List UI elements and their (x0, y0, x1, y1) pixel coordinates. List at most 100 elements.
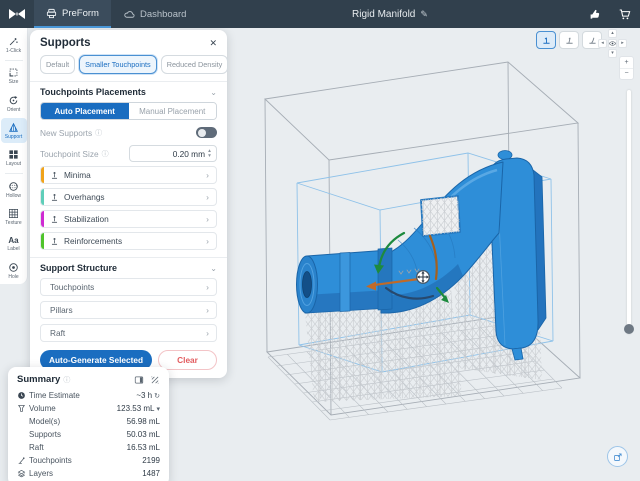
label-aa-icon: Aa (8, 236, 18, 245)
summary-row-layers: Layers 1487 (17, 467, 160, 480)
manual-placement-button[interactable]: Manual Placement (129, 103, 217, 119)
touchpoint-anchor-icon (50, 237, 59, 246)
sidebar-item-label: Size (9, 79, 19, 85)
formlabs-logo-icon (0, 0, 34, 28)
zoom-control: + − (619, 56, 634, 80)
summary-value: 123.53 mL (117, 404, 155, 413)
edit-title-icon[interactable]: ✎ (420, 9, 428, 20)
summary-panel: Summary ⓘ Time Estimate ~3 h↻ Volume 123… (8, 367, 169, 481)
summary-label: Layers (29, 469, 142, 478)
collapse-icon[interactable] (150, 375, 160, 385)
chevron-down-icon[interactable]: ⌄ (210, 88, 217, 97)
supports-panel: Supports ✕ Default Smaller Touchpoints R… (30, 30, 227, 378)
refresh-icon[interactable]: ↻ (154, 392, 160, 400)
step-down-icon[interactable]: ▾ (208, 154, 211, 159)
touchpoint-size-field: ▴ ▾ (129, 145, 217, 162)
platform-view-1-button[interactable] (536, 31, 556, 49)
preset-default-button[interactable]: Default (40, 55, 75, 74)
touchpoint-size-input[interactable] (130, 149, 205, 159)
document-title: Rigid Manifold ✎ (352, 0, 428, 28)
structure-row-touchpoints[interactable]: Touchpoints › (40, 278, 217, 296)
category-row-overhangs[interactable]: Overhangs › (40, 188, 217, 206)
view-dpad: ▴ ◂ ▸ ▾ (598, 29, 628, 59)
tab-dashboard-label: Dashboard (140, 9, 186, 20)
summary-row-raft: Raft 16.53 mL (17, 441, 160, 454)
layer-slider[interactable] (627, 90, 631, 334)
size-icon (8, 67, 19, 78)
tab-preform[interactable]: PreForm (34, 0, 111, 28)
zoom-out-button[interactable]: − (620, 69, 633, 80)
arrow-up-icon: ▴ (611, 31, 614, 36)
preset-smaller-touchpoints-button[interactable]: Smaller Touchpoints (79, 55, 157, 74)
sidebar-item-label: Layout (6, 161, 21, 167)
structure-row-pillars[interactable]: Pillars › (40, 301, 217, 319)
sidebar-item-label: Hole (8, 274, 18, 280)
category-label: Reinforcements (64, 236, 201, 246)
arrow-right-icon: ▸ (621, 41, 624, 46)
touchpoint-anchor-icon (50, 171, 59, 180)
magic-wand-icon (8, 36, 19, 47)
sidebar-item-size[interactable]: Size (1, 64, 27, 89)
move-handle[interactable] (417, 271, 430, 284)
view-home-button[interactable] (608, 39, 617, 48)
sidebar-item-1-click[interactable]: 1-Click (1, 32, 27, 57)
tab-dashboard[interactable]: Dashboard (111, 0, 198, 28)
fit-view-icon (613, 452, 623, 462)
pan-down-button[interactable]: ▾ (608, 49, 617, 58)
pan-up-button[interactable]: ▴ (608, 29, 617, 38)
sidebar-item-hollow[interactable]: Hollow (1, 177, 27, 202)
sidebar-item-label: Support (5, 134, 23, 140)
fit-view-button[interactable] (607, 446, 628, 467)
sidebar-item-texture[interactable]: Texture (1, 204, 27, 229)
texture-icon (8, 208, 19, 219)
auto-placement-button[interactable]: Auto Placement (41, 103, 129, 119)
platform-view-2-button[interactable] (559, 31, 579, 49)
panel-toggle-icon[interactable] (134, 375, 144, 385)
summary-row-time-estimate: Time Estimate ~3 h↻ (17, 389, 160, 402)
support-structure-title: Support Structure (40, 263, 117, 273)
summary-value: 2199 (142, 456, 160, 465)
chevron-right-icon: › (206, 214, 209, 224)
cart-icon[interactable] (618, 8, 632, 21)
preset-reduced-density-button[interactable]: Reduced Density (161, 55, 229, 74)
sidebar-item-orient[interactable]: Orient (1, 91, 27, 116)
arrow-down-icon: ▾ (611, 51, 614, 56)
new-supports-label: New Supports (40, 128, 92, 138)
eye-icon (609, 40, 616, 47)
summary-value: 56.98 mL (127, 417, 160, 426)
sidebar-item-label[interactable]: Aa Label (1, 231, 27, 256)
category-color-bar (41, 167, 44, 183)
summary-label: Touchpoints (29, 456, 142, 465)
layer-slider-handle[interactable] (624, 324, 634, 334)
zoom-in-button[interactable]: + (620, 57, 633, 69)
hole-icon (8, 262, 19, 273)
structure-row-raft[interactable]: Raft › (40, 324, 217, 342)
sidebar-item-label: Label (7, 246, 19, 252)
touchpoints-placements-title: Touchpoints Placements (40, 87, 146, 97)
category-row-stabilization[interactable]: Stabilization › (40, 210, 217, 228)
sidebar-item-layout[interactable]: Layout (1, 145, 27, 170)
thumbs-up-icon[interactable] (589, 8, 602, 21)
chevron-down-icon[interactable]: ⌄ (210, 264, 217, 273)
document-title-text: Rigid Manifold (352, 9, 415, 20)
cloud-icon (123, 9, 135, 20)
new-supports-toggle[interactable] (196, 127, 217, 138)
category-row-minima[interactable]: Minima › (40, 166, 217, 184)
summary-value: ~3 h (136, 391, 152, 400)
sidebar-item-hole[interactable]: Hole (1, 258, 27, 283)
pan-left-button[interactable]: ◂ (598, 39, 607, 48)
orient-icon (8, 95, 19, 106)
summary-row-volume[interactable]: Volume 123.53 mL▾ (17, 402, 160, 415)
summary-label: Supports (17, 430, 127, 439)
category-row-reinforcements[interactable]: Reinforcements › (40, 232, 217, 250)
category-color-bar (41, 189, 44, 205)
divider (5, 173, 23, 174)
clear-button[interactable]: Clear (158, 350, 217, 370)
divider (30, 81, 227, 82)
dropdown-icon[interactable]: ▾ (156, 405, 160, 413)
stepper[interactable]: ▴ ▾ (205, 149, 216, 158)
arrow-left-icon: ◂ (601, 41, 604, 46)
close-icon[interactable]: ✕ (209, 38, 217, 49)
sidebar-item-support[interactable]: Support (1, 118, 27, 143)
pan-right-button[interactable]: ▸ (618, 39, 627, 48)
